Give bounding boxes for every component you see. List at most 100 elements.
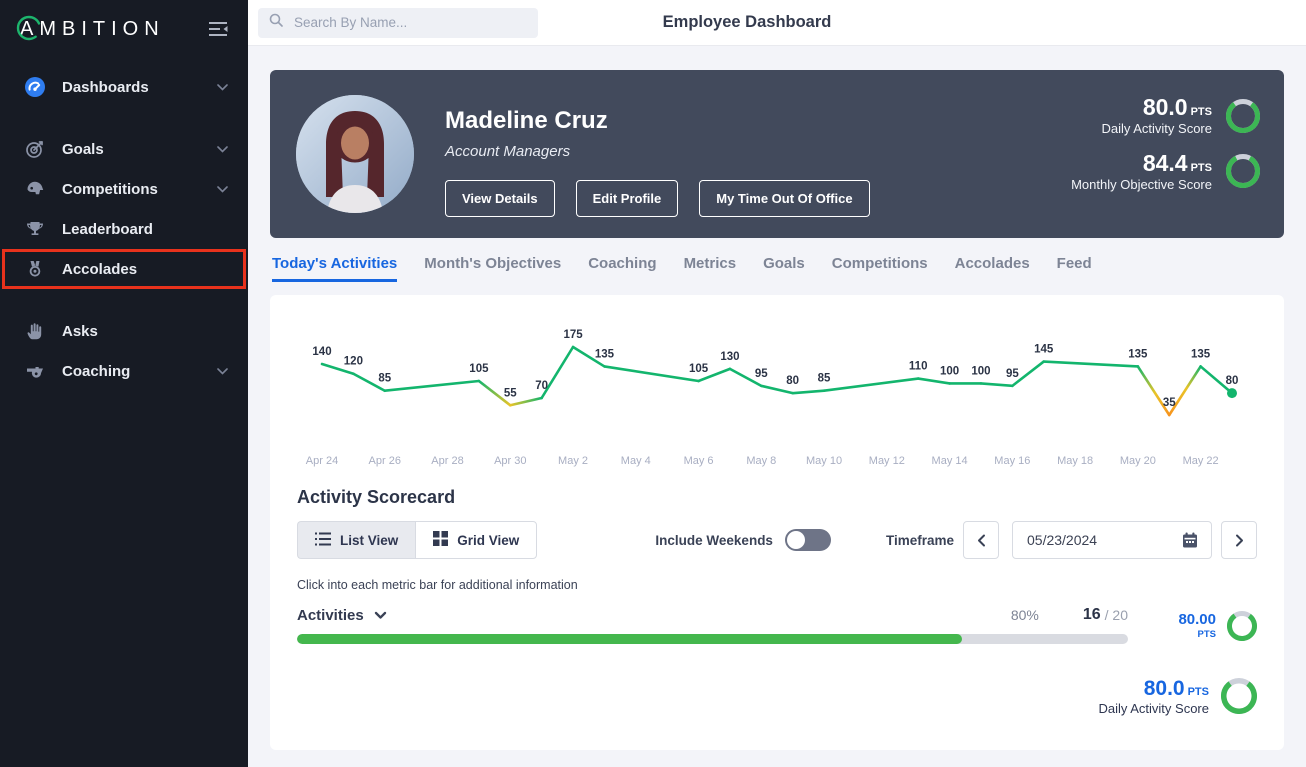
sidebar-item-label: Goals <box>62 140 104 158</box>
next-day-button[interactable] <box>1221 521 1257 559</box>
profile-avatar <box>296 95 414 213</box>
sidebar-item-label: Leaderboard <box>62 220 153 238</box>
tab-coaching[interactable]: Coaching <box>588 255 656 282</box>
metric-total: / 20 <box>1104 607 1128 623</box>
svg-text:May 16: May 16 <box>994 455 1030 467</box>
svg-text:110: 110 <box>909 361 928 373</box>
svg-text:130: 130 <box>720 351 739 363</box>
medal-icon <box>24 259 46 279</box>
sidebar-item-accolades[interactable]: Accolades <box>2 249 246 289</box>
svg-text:80: 80 <box>1226 375 1239 387</box>
avatar-image <box>296 95 414 213</box>
svg-text:100: 100 <box>940 365 959 377</box>
metric-percent: 80% <box>1010 607 1039 623</box>
svg-text:70: 70 <box>535 380 548 392</box>
sidebar: A MBITION Dashboards Goals Competitions … <box>0 0 248 767</box>
sidebar-collapse-icon[interactable] <box>204 17 232 41</box>
metric-expand-chevron-icon[interactable] <box>374 611 387 620</box>
edit-profile-button[interactable]: Edit Profile <box>575 180 679 217</box>
svg-text:May 6: May 6 <box>684 455 714 467</box>
monthly-objective-score: 84.4 PTS Monthly Objective Score <box>1071 150 1260 193</box>
grid-view-button[interactable]: Grid View <box>415 521 538 559</box>
svg-text:May 20: May 20 <box>1120 455 1156 467</box>
score-value: 80.0 <box>1142 94 1188 120</box>
svg-text:100: 100 <box>971 365 990 377</box>
include-weekends-toggle[interactable] <box>784 529 831 551</box>
metric-score-ring <box>1227 611 1257 641</box>
activities-metric-row: Activities 80% 16 / 20 80.00 PTS <box>297 606 1257 644</box>
metric-points-unit: PTS <box>1197 629 1216 641</box>
profile-name: Madeline Cruz <box>445 107 608 134</box>
chevron-down-icon <box>217 367 228 375</box>
svg-text:85: 85 <box>818 373 831 385</box>
svg-text:May 14: May 14 <box>932 455 968 467</box>
daily-score-summary: 80.0 PTS Daily Activity Score <box>297 676 1257 717</box>
activities-progress-bar[interactable] <box>297 634 1128 644</box>
svg-text:135: 135 <box>1191 348 1211 360</box>
sidebar-item-goals[interactable]: Goals <box>0 129 248 169</box>
trophy-icon <box>24 219 46 239</box>
view-toggle-group: List View Grid View <box>297 521 538 559</box>
toggle-knob <box>786 531 805 549</box>
summary-value: 80.0 <box>1143 677 1185 700</box>
tab-accolades[interactable]: Accolades <box>955 255 1030 282</box>
tab-metrics[interactable]: Metrics <box>684 255 737 282</box>
svg-text:May 10: May 10 <box>806 455 842 467</box>
sidebar-item-label: Asks <box>62 322 98 340</box>
sidebar-item-competitions[interactable]: Competitions <box>0 169 248 209</box>
calendar-icon[interactable] <box>1181 531 1199 549</box>
svg-text:Apr 24: Apr 24 <box>306 455 338 467</box>
date-input[interactable] <box>1025 531 1181 549</box>
metric-name: Activities <box>297 606 364 624</box>
svg-text:Apr 30: Apr 30 <box>494 455 526 467</box>
profile-card: Madeline Cruz Account Managers View Deta… <box>270 70 1284 238</box>
sidebar-item-leaderboard[interactable]: Leaderboard <box>0 209 248 249</box>
svg-text:Apr 28: Apr 28 <box>431 455 463 467</box>
dashboard-tabs: Today's Activities Month's Objectives Co… <box>270 255 1284 282</box>
score-label: Monthly Objective Score <box>1071 176 1212 192</box>
daily-activity-score: 80.0 PTS Daily Activity Score <box>1071 94 1260 137</box>
logo-ring-icon <box>16 15 42 40</box>
svg-text:Apr 26: Apr 26 <box>369 455 401 467</box>
sidebar-nav: Dashboards Goals Competitions Leaderboar… <box>0 67 248 391</box>
chevron-down-icon <box>217 83 228 91</box>
list-view-label: List View <box>340 532 399 548</box>
svg-text:175: 175 <box>563 329 583 341</box>
target-icon <box>24 139 46 159</box>
metric-score: 80.00 PTS <box>1155 606 1257 644</box>
metric-completed: 16 <box>1082 606 1101 623</box>
svg-text:55: 55 <box>504 387 517 399</box>
tab-todays-activities[interactable]: Today's Activities <box>272 255 398 282</box>
tab-competitions[interactable]: Competitions <box>832 255 928 282</box>
svg-text:135: 135 <box>1128 348 1148 360</box>
svg-text:35: 35 <box>1163 397 1176 409</box>
search-input[interactable] <box>292 14 527 31</box>
ambition-logo: A MBITION <box>16 15 165 41</box>
tab-feed[interactable]: Feed <box>1057 255 1092 282</box>
topbar: Employee Dashboard <box>248 0 1306 46</box>
view-details-button[interactable]: View Details <box>445 180 555 217</box>
include-weekends-label: Include Weekends <box>655 532 773 548</box>
date-picker <box>1012 521 1212 559</box>
chevron-down-icon <box>217 145 228 153</box>
sidebar-item-asks[interactable]: Asks <box>0 311 248 351</box>
sidebar-item-coaching[interactable]: Coaching <box>0 351 248 391</box>
tab-goals[interactable]: Goals <box>763 255 805 282</box>
sidebar-item-label: Accolades <box>62 260 138 278</box>
activity-line-chart: 140 120 85 105 55 70 175 135 105 130 95 80 85 110 100 1… <box>306 329 1239 467</box>
svg-text:May 4: May 4 <box>621 455 651 467</box>
sidebar-item-dashboards[interactable]: Dashboards <box>0 67 248 107</box>
summary-score-ring <box>1221 678 1257 715</box>
svg-text:105: 105 <box>469 363 489 375</box>
tab-months-objectives[interactable]: Month's Objectives <box>424 255 561 282</box>
logo-a-ring: A <box>16 15 42 41</box>
svg-text:May 8: May 8 <box>746 455 776 467</box>
time-out-of-office-button[interactable]: My Time Out Of Office <box>699 180 870 217</box>
score-unit: PTS <box>1190 106 1212 118</box>
svg-text:May 2: May 2 <box>558 455 588 467</box>
summary-unit: PTS <box>1187 686 1209 698</box>
previous-day-button[interactable] <box>963 521 999 559</box>
list-view-button[interactable]: List View <box>297 521 416 559</box>
sidebar-item-label: Dashboards <box>62 78 149 96</box>
search-icon <box>269 13 283 32</box>
